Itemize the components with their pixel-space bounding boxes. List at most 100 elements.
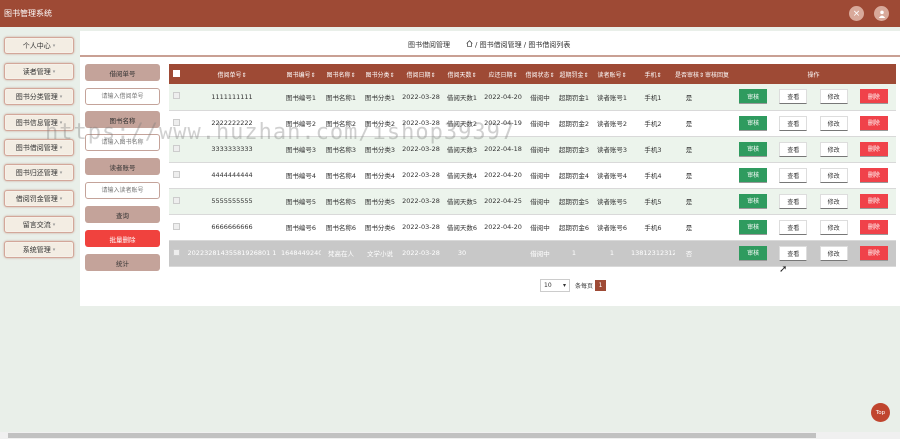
row-checkbox[interactable] — [169, 84, 183, 111]
batch-delete-button[interactable]: 批量删除 — [85, 230, 160, 247]
view-button[interactable]: 查看 — [779, 167, 808, 183]
table-cell: 是 — [675, 188, 703, 215]
back-to-top-button[interactable]: Top — [871, 403, 890, 422]
sidebar-item-borrow[interactable]: 图书借阅管理 ▾ — [4, 139, 74, 156]
breadcrumb: 图书借阅管理 / 图书借阅管理 / 图书借阅列表 — [80, 31, 900, 57]
book-name-label: 图书名称 — [85, 111, 160, 128]
view-button[interactable]: 查看 — [779, 219, 808, 235]
view-button[interactable]: 查看 — [779, 193, 808, 209]
edit-button[interactable]: 修改 — [819, 167, 848, 183]
edit-button[interactable]: 修改 — [819, 219, 848, 235]
close-icon[interactable]: × — [849, 6, 864, 21]
edit-button[interactable]: 修改 — [819, 89, 848, 105]
home-icon[interactable] — [466, 40, 473, 49]
table-cell: 手机1 — [631, 84, 675, 111]
chevron-down-icon: ▾ — [59, 169, 63, 176]
edit-button[interactable]: 修改 — [819, 245, 848, 261]
col-header[interactable]: 借阅天数⇕ — [443, 64, 481, 84]
table-cell — [703, 84, 731, 111]
delete-button[interactable]: 删除 — [859, 245, 888, 261]
delete-button[interactable]: 删除 — [859, 115, 888, 131]
table-cell: 图书名称2 — [321, 110, 361, 137]
view-button[interactable]: 查看 — [779, 89, 808, 105]
row-checkbox[interactable] — [169, 162, 183, 189]
col-header[interactable]: 是否审核⇕ — [675, 64, 703, 84]
col-header[interactable]: 图书分类⇕ — [361, 64, 399, 84]
col-header[interactable]: 图书编号⇕ — [281, 64, 321, 84]
audit-button[interactable]: 审核 — [739, 193, 768, 209]
sidebar-item-readers[interactable]: 读者管理 ▾ — [4, 63, 74, 80]
col-header[interactable]: 借阅单号⇕ — [183, 64, 281, 84]
table-row[interactable]: 3333333333 图书编号3 图书名称3 图书分类3 2022-03-28 借阅天数3… — [169, 136, 896, 163]
select-all-checkbox[interactable] — [169, 64, 183, 84]
row-actions: 审核 查看 修改 删除 — [731, 136, 896, 163]
table-cell: 30 — [443, 240, 481, 267]
sidebar-item-return[interactable]: 图书归还管理 ▾ — [4, 164, 74, 181]
top-bar: 图书管理系统 × — [0, 0, 900, 27]
view-button[interactable]: 查看 — [779, 115, 808, 131]
audit-button[interactable]: 审核 — [739, 141, 768, 157]
table-cell: 借阅中 — [525, 188, 555, 215]
table-row[interactable]: 5555555555 图书编号5 图书名称5 图书分类5 2022-03-28 借阅天数5… — [169, 188, 896, 215]
table-cell: 图书分类5 — [361, 188, 399, 215]
delete-button[interactable]: 删除 — [859, 141, 888, 157]
view-button[interactable]: 查看 — [779, 245, 808, 261]
page-number-current[interactable]: 1 — [595, 280, 607, 291]
table-row[interactable]: 2222222222 图书编号2 图书名称2 图书分类2 2022-03-28 借阅天数2… — [169, 110, 896, 137]
col-header[interactable]: 手机⇕ — [631, 64, 675, 84]
delete-button[interactable]: 删除 — [859, 219, 888, 235]
col-header[interactable]: 图书名称⇕ — [321, 64, 361, 84]
audit-button[interactable]: 审核 — [739, 167, 768, 183]
row-checkbox[interactable] — [169, 136, 183, 163]
table-cell: 图书分类4 — [361, 162, 399, 189]
table-cell: 借阅天数3 — [443, 136, 481, 163]
reader-no-input[interactable] — [85, 182, 160, 199]
edit-button[interactable]: 修改 — [819, 141, 848, 157]
sidebar-item-system[interactable]: 系统管理 ▾ — [4, 241, 74, 258]
table-row[interactable]: 4444444444 图书编号4 图书名称4 图书分类4 2022-03-28 借阅天数4… — [169, 162, 896, 189]
chevron-down-icon: ▾ — [52, 246, 56, 253]
edit-button[interactable]: 修改 — [819, 193, 848, 209]
book-name-input[interactable] — [85, 134, 160, 151]
row-checkbox[interactable] — [169, 110, 183, 137]
col-header[interactable]: 借阅状态⇕ — [525, 64, 555, 84]
page-size-select[interactable]: 10 ▾ — [540, 279, 570, 292]
table-row[interactable]: 20223281435581926801 1 1648449240 梵高在人 文学小说… — [169, 240, 896, 267]
row-checkbox[interactable] — [169, 240, 183, 267]
row-checkbox[interactable] — [169, 214, 183, 241]
table-cell: 2022-03-28 — [399, 162, 443, 189]
sidebar-item-book-category[interactable]: 图书分类管理 ▾ — [4, 88, 74, 105]
edit-button[interactable]: 修改 — [819, 115, 848, 131]
sidebar-item-book-info[interactable]: 图书信息管理 ▾ — [4, 114, 74, 131]
audit-button[interactable]: 审核 — [739, 219, 768, 235]
table-cell: 1 — [555, 240, 593, 267]
row-actions: 审核 查看 修改 删除 — [731, 188, 896, 215]
sidebar-item-messages[interactable]: 留言交流 ▾ — [4, 216, 74, 233]
table-row[interactable]: 6666666666 图书编号6 图书名称6 图书分类6 2022-03-28 借阅天数6… — [169, 214, 896, 241]
stats-button[interactable]: 统计 — [85, 254, 160, 271]
audit-button[interactable]: 审核 — [739, 245, 768, 261]
col-header[interactable]: 应还日期⇕ — [481, 64, 525, 84]
audit-button[interactable]: 审核 — [739, 89, 768, 105]
col-header[interactable]: 借阅日期⇕ — [399, 64, 443, 84]
delete-button[interactable]: 删除 — [859, 89, 888, 105]
table-cell: 2022-03-28 — [399, 84, 443, 111]
view-button[interactable]: 查看 — [779, 141, 808, 157]
table-row[interactable]: 1111111111 图书编号1 图书名称1 图书分类1 2022-03-28 借阅天数1… — [169, 84, 896, 111]
row-checkbox[interactable] — [169, 188, 183, 215]
scrollbar-thumb[interactable] — [8, 433, 816, 438]
table-cell: 读者账号1 — [593, 84, 631, 111]
col-header[interactable]: 读者账号⇕ — [593, 64, 631, 84]
audit-button[interactable]: 审核 — [739, 115, 768, 131]
user-icon[interactable] — [874, 6, 889, 21]
search-button[interactable]: 查询 — [85, 206, 160, 223]
borrow-no-input[interactable] — [85, 88, 160, 105]
delete-button[interactable]: 删除 — [859, 167, 888, 183]
horizontal-scrollbar[interactable] — [0, 432, 900, 439]
sidebar-item-personal[interactable]: 个人中心 ▾ — [4, 37, 74, 54]
sidebar-item-fines[interactable]: 借阅罚金管理 ▾ — [4, 190, 74, 207]
table-cell: 图书分类3 — [361, 136, 399, 163]
table-cell: 2022-04-20 — [481, 162, 525, 189]
col-header[interactable]: 超期罚金⇕ — [555, 64, 593, 84]
delete-button[interactable]: 删除 — [859, 193, 888, 209]
